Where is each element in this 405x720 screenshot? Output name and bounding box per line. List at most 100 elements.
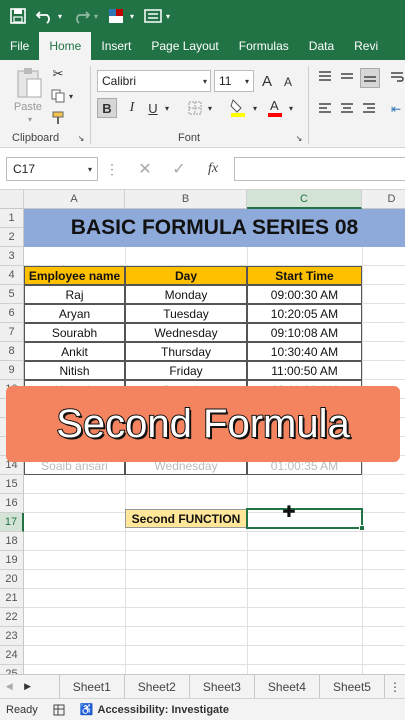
sheet-tab-5[interactable]: Sheet5 xyxy=(318,675,384,698)
undo-icon[interactable] xyxy=(36,4,54,28)
sheet-tab-3[interactable]: Sheet3 xyxy=(188,675,254,698)
row-header[interactable]: 17 xyxy=(0,513,24,532)
sheet-tab-4[interactable]: Sheet4 xyxy=(253,675,319,698)
bottom-align-icon[interactable] xyxy=(360,68,380,88)
tab-data[interactable]: Data xyxy=(299,32,344,60)
row-header[interactable]: 9 xyxy=(0,361,24,380)
tab-page-layout[interactable]: Page Layout xyxy=(141,32,228,60)
font-size-dropdown-icon[interactable]: ▾ xyxy=(242,74,252,88)
align-center-icon[interactable] xyxy=(338,100,356,118)
middle-align-icon[interactable] xyxy=(338,68,356,86)
row-header[interactable]: 22 xyxy=(0,608,24,627)
table-cell[interactable]: 11:00:50 AM xyxy=(247,361,362,380)
table-cell[interactable]: 09:10:08 AM xyxy=(247,323,362,342)
table-cell[interactable]: Aryan xyxy=(24,304,125,323)
column-header-c[interactable]: C xyxy=(247,190,362,209)
select-all-corner[interactable] xyxy=(0,190,24,209)
borders-icon[interactable] xyxy=(186,98,204,118)
row-header[interactable]: 3 xyxy=(0,247,24,266)
column-header-b[interactable]: B xyxy=(125,190,247,209)
table-cell[interactable]: Nitish xyxy=(24,361,125,380)
sheet-tab-2[interactable]: Sheet2 xyxy=(123,675,189,698)
paste-dropdown-icon[interactable]: ▾ xyxy=(20,114,40,124)
paste-icon[interactable] xyxy=(12,66,46,100)
underline-dropdown-icon[interactable]: ▾ xyxy=(162,100,172,116)
font-launcher-icon[interactable]: ↘ xyxy=(294,133,304,143)
save-icon[interactable] xyxy=(10,4,26,28)
table-header-cell[interactable]: Start Time xyxy=(247,266,362,285)
tab-home[interactable]: Home xyxy=(39,32,92,60)
tab-review[interactable]: Revi xyxy=(344,32,388,60)
insert-function-icon[interactable]: fx xyxy=(202,160,224,178)
copy-icon[interactable] xyxy=(50,88,66,104)
row-header[interactable]: 23 xyxy=(0,627,24,646)
sheet-tab-1[interactable]: Sheet1 xyxy=(58,675,124,698)
top-align-icon[interactable] xyxy=(316,68,334,86)
row-header[interactable]: 1 xyxy=(0,209,24,228)
row-header[interactable]: 7 xyxy=(0,323,24,342)
row-header[interactable]: 25 xyxy=(0,665,24,674)
font-color-dropdown-icon[interactable]: ▾ xyxy=(286,100,296,116)
format-painter-qat-icon[interactable] xyxy=(108,4,126,28)
format-painter-icon[interactable] xyxy=(50,110,66,126)
formula-input[interactable] xyxy=(234,157,405,181)
selected-cell-c17[interactable] xyxy=(246,508,363,529)
row-header[interactable]: 19 xyxy=(0,551,24,570)
customize-qat-icon[interactable]: ▾ xyxy=(166,4,170,28)
row-header[interactable]: 4 xyxy=(0,266,24,285)
table-cell[interactable]: Thursday xyxy=(125,342,247,361)
form-icon[interactable] xyxy=(144,4,162,28)
table-cell[interactable]: Monday xyxy=(125,285,247,304)
align-left-icon[interactable] xyxy=(316,100,334,118)
tab-insert[interactable]: Insert xyxy=(91,32,141,60)
row-header[interactable]: 21 xyxy=(0,589,24,608)
cut-icon[interactable]: ✂ xyxy=(50,66,66,82)
row-header[interactable]: 15 xyxy=(0,475,24,494)
wrap-text-icon[interactable] xyxy=(388,68,405,86)
paste-button-label[interactable]: Paste xyxy=(8,100,48,114)
row-header[interactable]: 20 xyxy=(0,570,24,589)
italic-button[interactable]: I xyxy=(122,98,142,118)
next-sheet-icon[interactable]: ▶ xyxy=(18,675,36,698)
font-color-icon[interactable]: A xyxy=(266,96,284,118)
column-header-d[interactable]: D xyxy=(362,190,405,209)
table-cell[interactable]: 10:20:05 AM xyxy=(247,304,362,323)
font-name-select[interactable]: Calibri xyxy=(97,70,211,92)
table-header-cell[interactable]: Employee name xyxy=(24,266,125,285)
fill-color-dropdown-icon[interactable]: ▾ xyxy=(250,100,260,116)
table-cell[interactable]: Ankit xyxy=(24,342,125,361)
qat-dropdown-icon[interactable]: ▾ xyxy=(130,4,134,28)
table-cell[interactable]: 09:00:30 AM xyxy=(247,285,362,304)
table-cell[interactable]: Raj xyxy=(24,285,125,304)
table-cell[interactable]: Tuesday xyxy=(125,304,247,323)
selection-fill-handle[interactable] xyxy=(359,525,365,531)
indent-icon[interactable]: ⇤ xyxy=(386,100,405,118)
borders-dropdown-icon[interactable]: ▾ xyxy=(205,100,215,116)
sheet-title[interactable]: BASIC FORMULA SERIES 08 xyxy=(24,209,405,247)
name-box-dropdown-icon[interactable]: ▾ xyxy=(84,161,96,177)
row-header[interactable]: 6 xyxy=(0,304,24,323)
row-header[interactable]: 24 xyxy=(0,646,24,665)
bold-button[interactable]: B xyxy=(97,98,117,118)
sheet-statistics-icon[interactable] xyxy=(52,703,66,717)
increase-font-size-button[interactable]: A xyxy=(258,70,276,92)
sheet-tabs-more[interactable]: ⋮ xyxy=(383,675,405,698)
table-header-cell[interactable]: Day xyxy=(125,266,247,285)
font-name-dropdown-icon[interactable]: ▾ xyxy=(200,74,210,88)
column-header-a[interactable]: A xyxy=(24,190,125,209)
row-header[interactable]: 5 xyxy=(0,285,24,304)
undo-dropdown-icon[interactable]: ▾ xyxy=(58,4,62,28)
clipboard-launcher-icon[interactable]: ↘ xyxy=(76,133,86,143)
second-function-label[interactable]: Second FUNCTION xyxy=(125,509,247,528)
decrease-font-size-button[interactable]: A xyxy=(280,72,296,92)
row-header[interactable]: 18 xyxy=(0,532,24,551)
underline-button[interactable]: U xyxy=(145,98,161,118)
table-cell[interactable]: Friday xyxy=(125,361,247,380)
fill-color-icon[interactable] xyxy=(228,96,248,118)
copy-dropdown-icon[interactable]: ▾ xyxy=(66,90,76,102)
row-header[interactable]: 16 xyxy=(0,494,24,513)
row-header[interactable]: 8 xyxy=(0,342,24,361)
tab-file[interactable]: File xyxy=(0,32,39,60)
table-cell[interactable]: Wednesday xyxy=(125,323,247,342)
formula-bar-splitter-icon[interactable]: ⋮ xyxy=(105,161,119,177)
